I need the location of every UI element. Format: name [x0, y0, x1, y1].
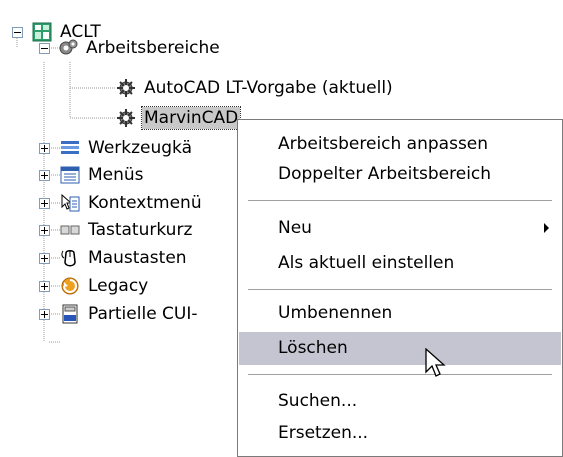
customize-root-icon [32, 22, 52, 42]
menu-item-label: Ersetzen... [278, 423, 369, 443]
tree-node-context-menus[interactable]: Kontextmenü [60, 189, 204, 217]
tree-label: Werkzeugkä [88, 138, 193, 158]
tree-label: Maustasten [88, 248, 187, 268]
mouse-pointer-icon [425, 347, 447, 385]
context-menu: Arbeitsbereich anpassen Doppelter Arbeit… [237, 119, 563, 457]
keyboard-icon [60, 220, 80, 240]
mouse-icon [60, 248, 80, 268]
tree-label: Arbeitsbereiche [86, 38, 220, 58]
tree-node-partial-cui[interactable]: Partielle CUI- [60, 300, 200, 328]
tree-node-workspace-default[interactable]: AutoCAD LT-Vorgabe (aktuell) [116, 74, 395, 102]
legacy-expand-toggle[interactable] [39, 281, 50, 292]
root-collapse-toggle[interactable] [12, 27, 23, 38]
menu-item-delete[interactable]: Löschen [239, 332, 561, 365]
menu-item-find[interactable]: Suchen... [239, 386, 561, 416]
keyboard-shortcuts-expand-toggle[interactable] [39, 225, 50, 236]
menu-item-label: Suchen... [278, 391, 358, 411]
context-menu-icon [60, 193, 80, 213]
context-menus-expand-toggle[interactable] [39, 198, 50, 209]
tree-label: Tastaturkurz [88, 220, 193, 240]
menu-separator [248, 200, 552, 201]
gears-icon [58, 38, 78, 58]
partial-cui-icon [60, 304, 80, 324]
menu-item-new[interactable]: Neu [239, 213, 561, 243]
menu-item-replace[interactable]: Ersetzen... [239, 418, 561, 448]
toolbars-expand-toggle[interactable] [39, 143, 50, 154]
tree-node-mouse-buttons[interactable]: Maustasten [60, 244, 189, 272]
legacy-icon [60, 276, 80, 296]
tree-node-menus[interactable]: Menüs [60, 161, 146, 189]
tree-label: AutoCAD LT-Vorgabe (aktuell) [144, 78, 393, 98]
tree-label-selected: MarvinCAD [140, 106, 242, 130]
submenu-arrow-icon [544, 223, 549, 233]
mouse-buttons-expand-toggle[interactable] [39, 253, 50, 264]
tree-label: Kontextmenü [88, 193, 202, 213]
menu-icon [60, 165, 80, 185]
tree-node-keyboard-shortcuts[interactable]: Tastaturkurz [60, 216, 194, 244]
menu-item-label: Doppelter Arbeitsbereich [278, 164, 492, 184]
tree-node-legacy[interactable]: Legacy [60, 272, 150, 300]
tree-label: Legacy [88, 276, 149, 296]
menu-item-label: Als aktuell einstellen [278, 253, 455, 273]
tree-label: Menüs [88, 165, 144, 185]
menu-item-label: Neu [278, 218, 312, 238]
menu-separator [248, 289, 552, 290]
menu-item-label: Arbeitsbereich anpassen [278, 134, 489, 154]
tree-label: Partielle CUI- [88, 304, 198, 324]
toolbar-icon [60, 138, 80, 158]
menu-item-label: Löschen [278, 338, 348, 358]
menu-separator [248, 374, 552, 375]
menus-expand-toggle[interactable] [39, 170, 50, 181]
tree-node-workspace-marvincad[interactable]: MarvinCAD [116, 104, 242, 132]
gear-icon [116, 78, 136, 98]
menu-item-duplicate-workspace[interactable]: Doppelter Arbeitsbereich [239, 159, 561, 189]
tree-node-toolbars[interactable]: Werkzeugkä [60, 134, 194, 162]
partial-cui-expand-toggle[interactable] [39, 309, 50, 320]
tree-node-workspaces[interactable]: Arbeitsbereiche [58, 34, 222, 62]
menu-item-rename[interactable]: Umbenennen [239, 298, 561, 328]
menu-item-label: Umbenennen [278, 303, 393, 323]
menu-item-customize-workspace[interactable]: Arbeitsbereich anpassen [239, 129, 561, 159]
gear-icon [116, 108, 136, 128]
menu-item-set-current[interactable]: Als aktuell einstellen [239, 248, 561, 278]
